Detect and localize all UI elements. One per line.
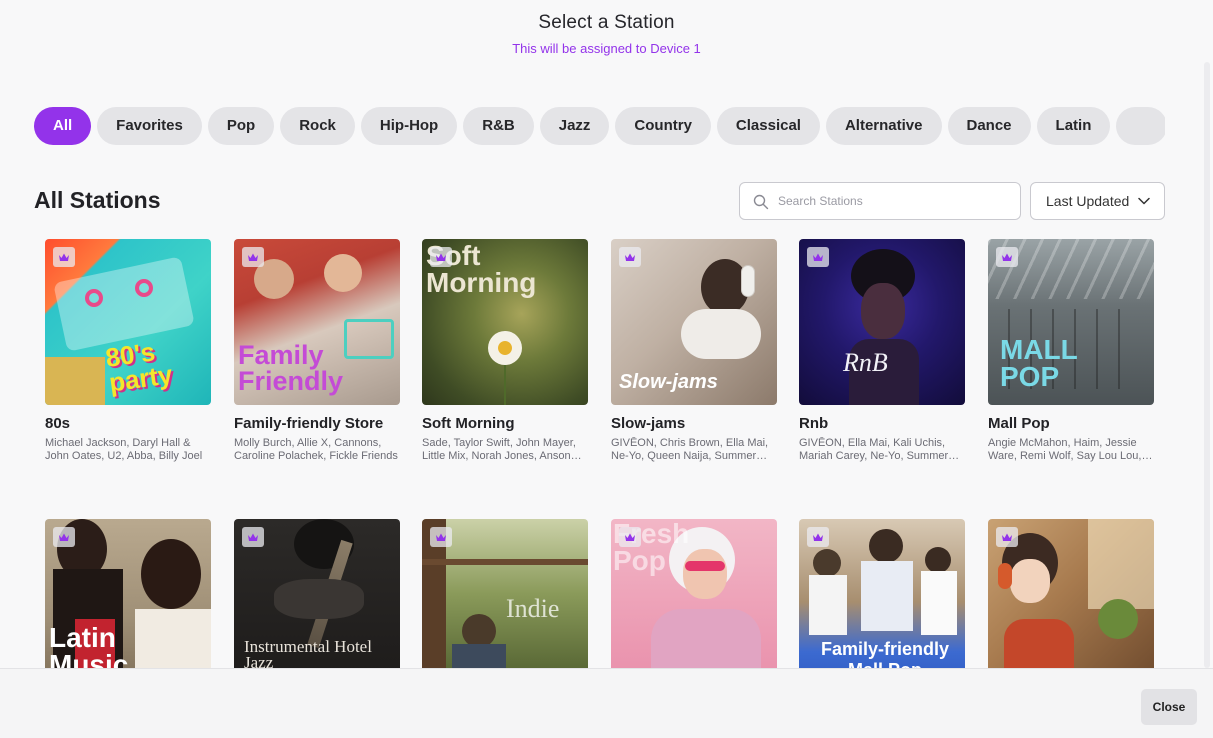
crown-icon <box>242 247 264 267</box>
station-card[interactable]: RnB Rnb GIVĒON, Ella Mai, Kali Uchis, Ma… <box>799 239 965 463</box>
filter-chip-rock[interactable]: Rock <box>280 107 355 145</box>
crown-icon <box>53 527 75 547</box>
filter-chip-more[interactable] <box>1116 107 1165 145</box>
crown-icon <box>430 247 452 267</box>
station-artists: Angie McMahon, Haim, Jessie Ware, Remi W… <box>988 437 1142 462</box>
modal-header: Select a Station This will be assigned t… <box>0 0 1213 56</box>
station-picker-modal: Select a Station This will be assigned t… <box>0 0 1213 738</box>
station-card[interactable]: Slow-jams Slow-jams GIVĒON, Chris Brown,… <box>611 239 777 463</box>
station-cover: Fresh Pop <box>611 519 777 668</box>
modal-title: Select a Station <box>538 12 675 33</box>
crown-icon <box>619 527 641 547</box>
station-cover <box>988 519 1154 668</box>
station-name: Slow-jams <box>611 415 686 432</box>
station-card[interactable]: Fresh Pop <box>611 519 777 668</box>
sort-selected-label: Last Updated <box>1046 193 1130 209</box>
station-name: 80s <box>45 415 71 432</box>
genre-filter-bar: All Favorites Pop Rock Hip-Hop R&B Jazz Country… <box>34 107 1165 145</box>
station-card[interactable]: Family-friendly Mall Pop <box>799 519 965 668</box>
station-card[interactable]: Instrumental Hotel Jazz <box>234 519 400 668</box>
filter-chip-favorites[interactable]: Favorites <box>97 107 202 145</box>
crown-icon <box>619 247 641 267</box>
filter-chip-country[interactable]: Country <box>615 107 711 145</box>
cover-title: Indie <box>506 594 560 623</box>
chevron-down-icon <box>1138 197 1150 205</box>
station-name: Mall Pop <box>988 415 1050 432</box>
station-card[interactable]: Indie <box>422 519 588 668</box>
cover-title: Latin Music <box>49 622 129 668</box>
cover-title: Slow-jams <box>619 371 718 393</box>
station-artists: Molly Burch, Allie X, Cannons, Caroline … <box>234 437 398 462</box>
station-name: Rnb <box>799 415 829 432</box>
scrollbar[interactable] <box>1204 62 1210 668</box>
cover-title: Instrumental Hotel Jazz <box>244 637 372 668</box>
station-grid: 80's party 80s Michael Jackson, Daryl Ha… <box>45 239 1165 668</box>
filter-chip-alternative[interactable]: Alternative <box>825 107 942 145</box>
filter-chip-all[interactable]: All <box>34 107 92 145</box>
station-cover: MALL POP <box>988 239 1154 405</box>
station-card[interactable] <box>988 519 1154 668</box>
close-button[interactable]: Close <box>1141 689 1197 725</box>
station-card[interactable]: Family Friendly Family-friendly Store Mo… <box>234 239 400 463</box>
station-name: Soft Morning <box>422 415 515 432</box>
crown-icon <box>53 247 75 267</box>
filter-chip-rnb[interactable]: R&B <box>463 107 534 145</box>
filter-chip-dance[interactable]: Dance <box>947 107 1031 145</box>
search-icon <box>753 194 769 210</box>
search-input[interactable] <box>778 183 1014 219</box>
station-cover: Latin Music <box>45 519 211 668</box>
section-title: All Stations <box>34 187 161 213</box>
station-cover: Instrumental Hotel Jazz <box>234 519 400 668</box>
station-artists: Sade, Taylor Swift, John Mayer, Little M… <box>422 437 576 462</box>
crown-icon <box>242 527 264 547</box>
modal-subtitle: This will be assigned to Device 1 <box>512 41 701 56</box>
station-card[interactable]: 80's party 80s Michael Jackson, Daryl Ha… <box>45 239 211 463</box>
filter-chip-pop[interactable]: Pop <box>207 107 275 145</box>
station-cover: 80's party <box>45 239 211 405</box>
sort-dropdown[interactable]: Last Updated <box>1030 182 1165 220</box>
cover-title: RnB <box>843 348 888 377</box>
filter-chip-classical[interactable]: Classical <box>716 107 820 145</box>
station-card[interactable]: Soft Morning Soft Morning Sade, Taylor S… <box>422 239 588 463</box>
station-artists: GIVĒON, Ella Mai, Kali Uchis, Mariah Car… <box>799 437 949 462</box>
station-cover: Family-friendly Mall Pop <box>799 519 965 668</box>
crown-icon <box>807 247 829 267</box>
cover-title: Family-friendly Mall Pop <box>820 639 950 668</box>
station-card[interactable]: Latin Music <box>45 519 211 668</box>
filter-chip-latin[interactable]: Latin <box>1036 107 1111 145</box>
search-box[interactable] <box>739 182 1021 220</box>
cover-title: MALL POP <box>1000 334 1078 392</box>
crown-icon <box>996 527 1018 547</box>
station-artists: GIVĒON, Chris Brown, Ella Mai, Ne-Yo, Qu… <box>611 437 769 462</box>
station-name: Family-friendly Store <box>234 415 384 432</box>
modal-footer: Close <box>0 668 1213 738</box>
station-cover: Soft Morning <box>422 239 588 405</box>
station-cover: Slow-jams <box>611 239 777 405</box>
crown-icon <box>430 527 452 547</box>
station-cover: Indie <box>422 519 588 668</box>
crown-icon <box>807 527 829 547</box>
crown-icon <box>996 247 1018 267</box>
station-artists: Michael Jackson, Daryl Hall & John Oates… <box>45 437 203 462</box>
filter-chip-jazz[interactable]: Jazz <box>539 107 610 145</box>
station-cover: RnB <box>799 239 965 405</box>
filter-chip-hip-hop[interactable]: Hip-Hop <box>360 107 458 145</box>
station-card[interactable]: MALL POP Mall Pop Angie McMahon, Haim, J… <box>988 239 1154 463</box>
station-cover: Family Friendly <box>234 239 400 405</box>
cover-title: Family Friendly <box>238 340 344 396</box>
